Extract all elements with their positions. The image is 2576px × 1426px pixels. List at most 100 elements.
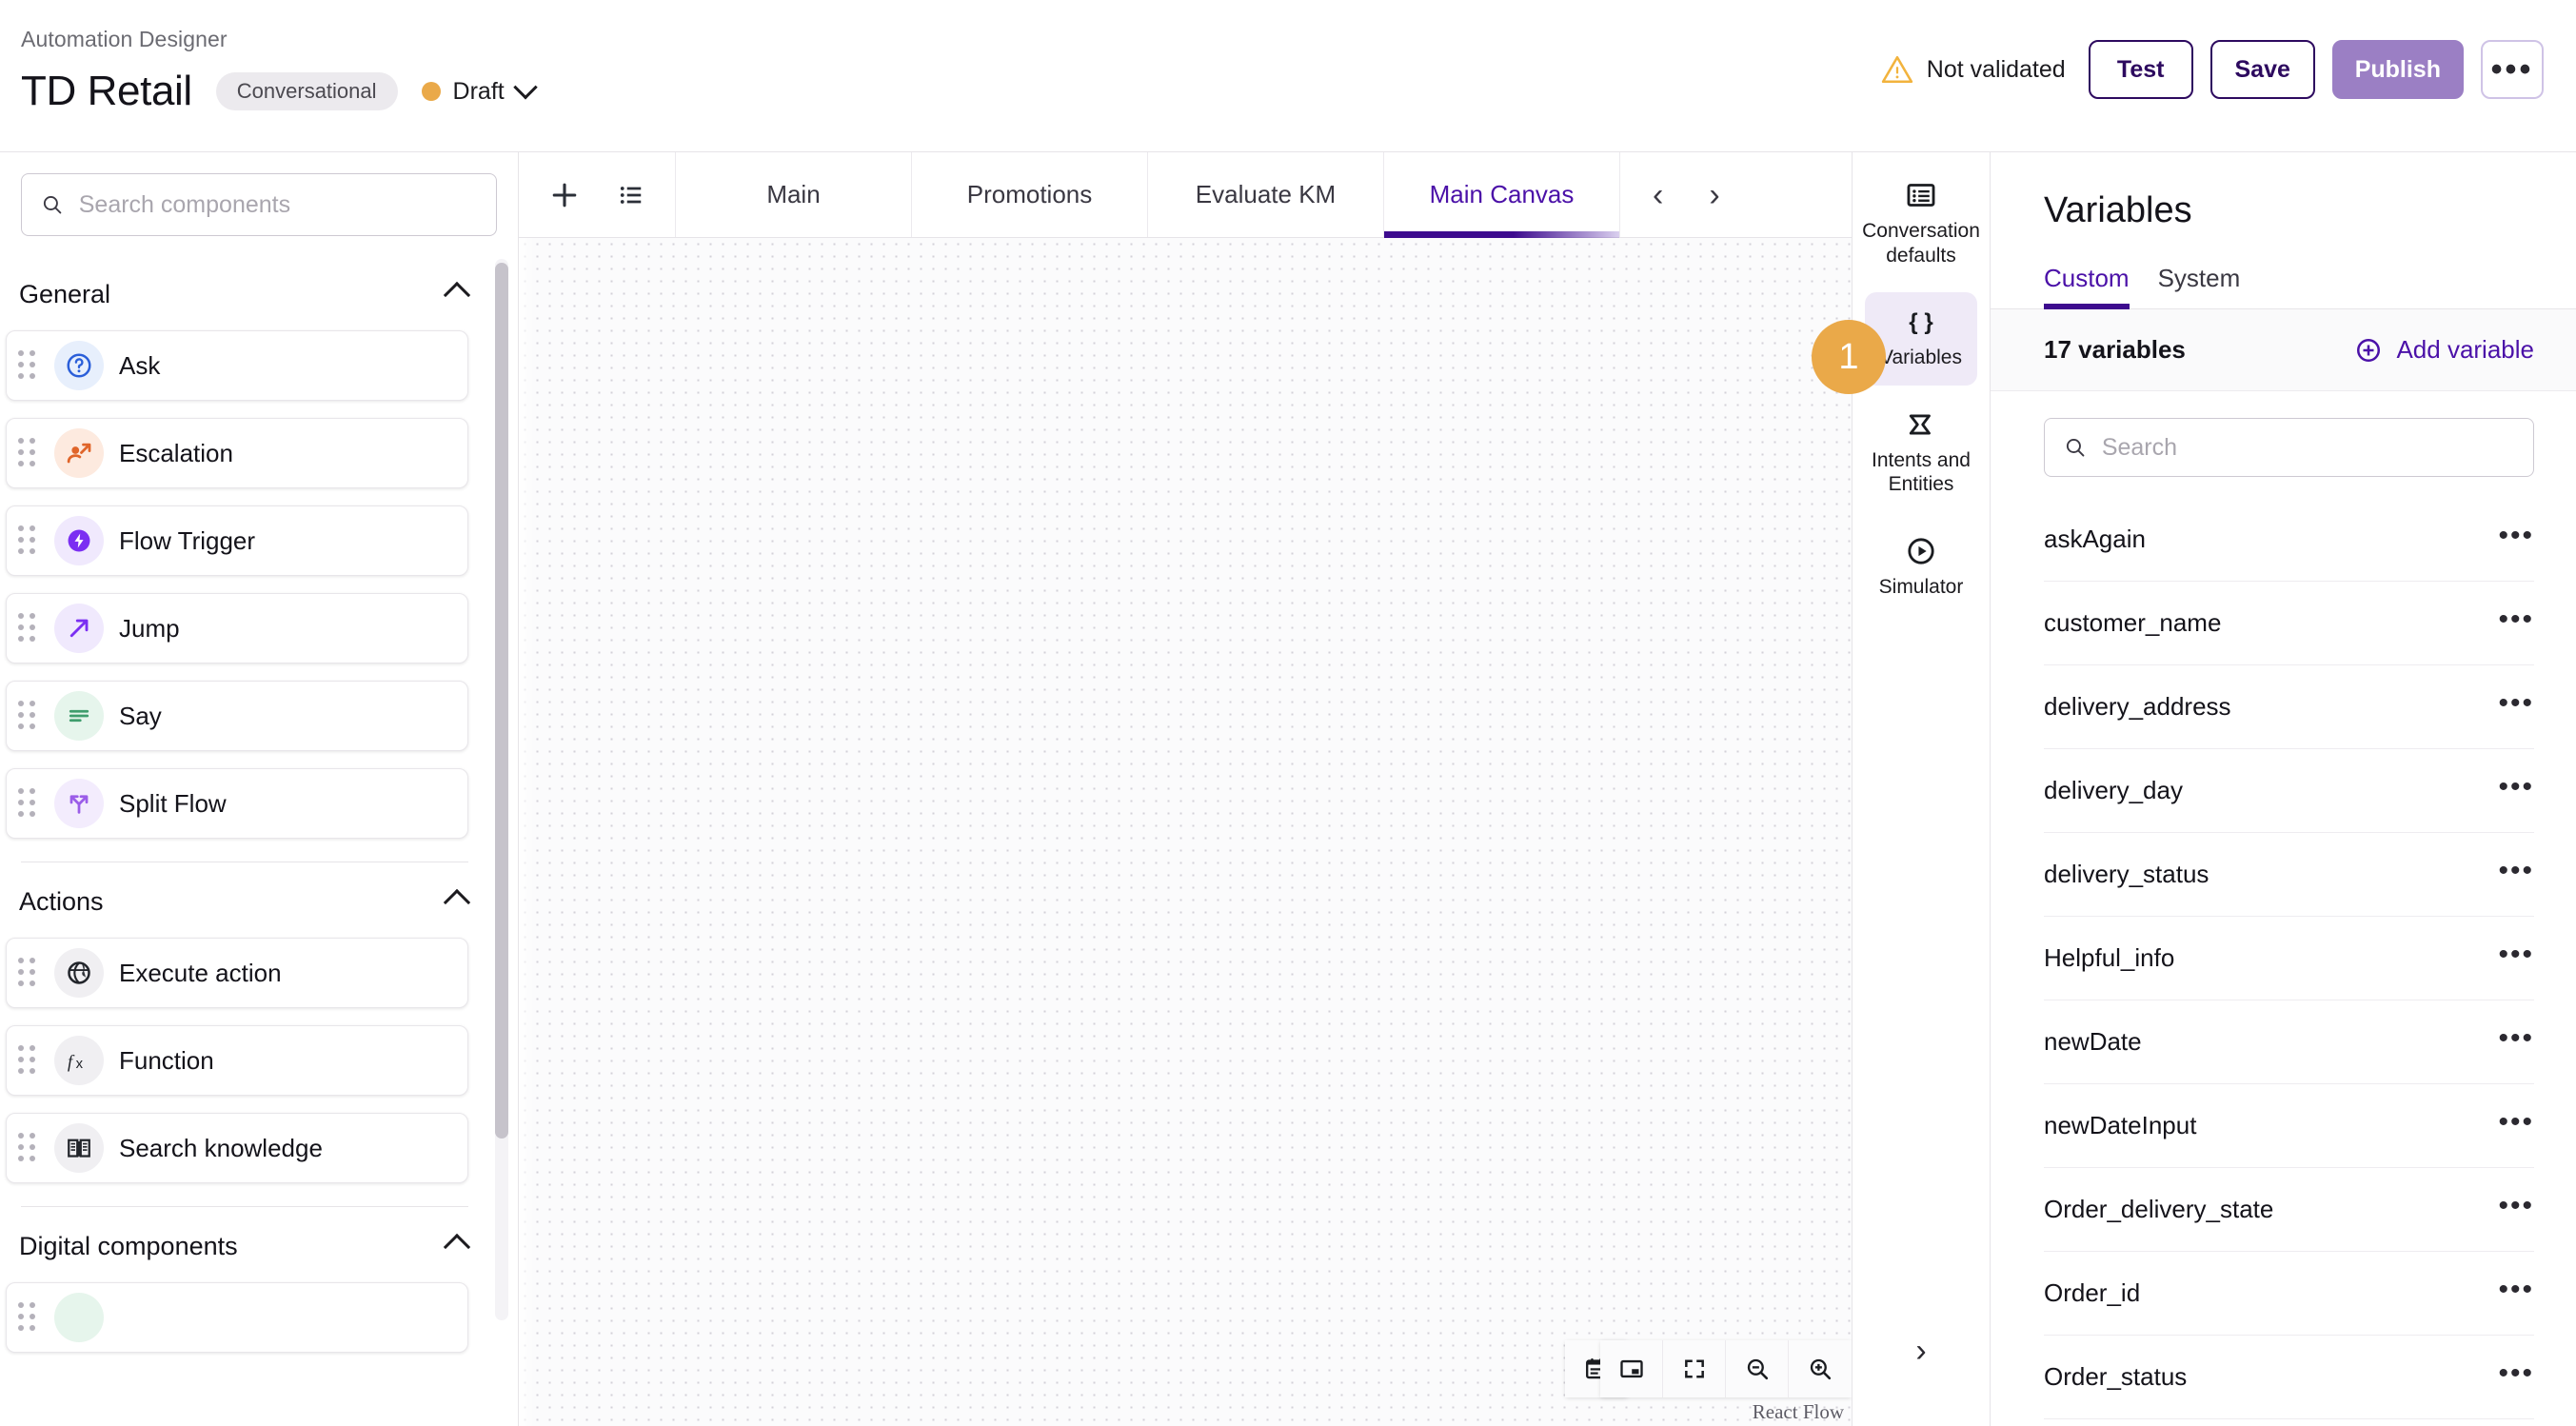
rail-item-intents-and-entities[interactable]: Intents and Entities <box>1865 395 1977 512</box>
search-components-input[interactable] <box>79 191 477 219</box>
variable-row[interactable]: Helpful_info ••• <box>2044 917 2534 1000</box>
variable-row[interactable]: askAgain ••• <box>2044 498 2534 582</box>
status-selector[interactable]: Draft <box>422 78 534 106</box>
canvas-tab-main-canvas[interactable]: Main Canvas <box>1384 152 1620 237</box>
zoom-in-icon[interactable] <box>1789 1340 1852 1397</box>
variable-more-icon[interactable]: ••• <box>2498 871 2534 879</box>
status-label: Draft <box>453 78 505 106</box>
variable-more-icon[interactable]: ••• <box>2498 703 2534 711</box>
variables-search-input[interactable] <box>2102 434 2514 462</box>
variables-panel-tabs: Custom System <box>1991 231 2576 309</box>
drag-handle-icon[interactable] <box>16 614 39 643</box>
validation-status: Not validated <box>1881 53 2066 86</box>
component-card-say[interactable]: Say <box>6 681 468 751</box>
save-button[interactable]: Save <box>2210 40 2315 99</box>
tab-list-icon[interactable] <box>612 176 650 214</box>
search-components-box[interactable] <box>21 173 497 236</box>
tab-system[interactable]: System <box>2158 264 2241 308</box>
variable-row[interactable]: newDateInput ••• <box>2044 1084 2534 1168</box>
section-title-digital-components: Digital components <box>19 1232 238 1261</box>
sidebar-scrollbar-thumb[interactable] <box>495 263 508 1139</box>
variable-more-icon[interactable]: ••• <box>2498 620 2534 627</box>
canvas-tab-promotions[interactable]: Promotions <box>912 152 1148 237</box>
zoom-out-icon[interactable] <box>1726 1340 1789 1397</box>
variable-name: customer_name <box>2044 608 2221 638</box>
drag-handle-icon[interactable] <box>16 959 39 987</box>
add-tab-icon[interactable] <box>545 176 584 214</box>
top-bar-left: Automation Designer TD Retail Conversati… <box>21 27 534 115</box>
drag-handle-icon[interactable] <box>16 351 39 380</box>
variable-more-icon[interactable]: ••• <box>2498 1290 2534 1297</box>
play-circle-icon <box>1905 535 1937 567</box>
list-panel-icon <box>1905 179 1937 211</box>
variable-row[interactable]: delivery_status ••• <box>2044 833 2534 917</box>
drag-handle-icon[interactable] <box>16 702 39 730</box>
variable-more-icon[interactable]: ••• <box>2498 955 2534 962</box>
main-body: General Ask <box>0 152 2576 1426</box>
variable-name: newDate <box>2044 1027 2142 1057</box>
component-card-execute-action[interactable]: Execute action <box>6 938 468 1008</box>
fit-view-icon[interactable] <box>1663 1340 1726 1397</box>
variable-name: Order_id <box>2044 1278 2140 1308</box>
more-options-button[interactable]: ••• <box>2481 40 2544 99</box>
component-label: Flow Trigger <box>119 526 255 556</box>
component-card-partial[interactable] <box>6 1282 468 1353</box>
variable-more-icon[interactable]: ••• <box>2498 787 2534 795</box>
minimap-icon[interactable] <box>1600 1340 1663 1397</box>
variable-row[interactable]: Order_status ••• <box>2044 1336 2534 1419</box>
chevron-right-icon[interactable]: › <box>1709 179 1719 211</box>
components-search-wrap <box>0 152 518 255</box>
drag-handle-icon[interactable] <box>16 526 39 555</box>
drag-handle-icon[interactable] <box>16 1134 39 1162</box>
section-header-actions[interactable]: Actions <box>4 862 497 938</box>
plus-circle-icon <box>2354 336 2383 365</box>
variables-search-box[interactable] <box>2044 418 2534 477</box>
canvas-tab-evaluate-km[interactable]: Evaluate KM <box>1148 152 1384 237</box>
drag-handle-icon[interactable] <box>16 1303 39 1332</box>
component-card-flow-trigger[interactable]: Flow Trigger <box>6 505 468 576</box>
component-label: Search knowledge <box>119 1134 323 1163</box>
search-icon <box>41 192 64 217</box>
variable-more-icon[interactable]: ••• <box>2498 1039 2534 1046</box>
variable-row[interactable]: Order_delivery_state ••• <box>2044 1168 2534 1252</box>
rail-item-simulator[interactable]: Simulator <box>1865 522 1977 615</box>
component-card-jump[interactable]: Jump <box>6 593 468 663</box>
component-card-search-knowledge[interactable]: Search knowledge <box>6 1113 468 1183</box>
breadcrumb: Automation Designer <box>21 27 534 52</box>
component-card-ask[interactable]: Ask <box>6 330 468 401</box>
component-card-escalation[interactable]: Escalation <box>6 418 468 488</box>
variable-more-icon[interactable]: ••• <box>2498 1122 2534 1130</box>
variable-more-icon[interactable]: ••• <box>2498 1206 2534 1214</box>
component-card-split-flow[interactable]: Split Flow <box>6 768 468 839</box>
variable-more-icon[interactable]: ••• <box>2498 1374 2534 1381</box>
chevron-left-icon[interactable]: ‹ <box>1653 179 1663 211</box>
component-label: Split Flow <box>119 789 227 819</box>
sigma-icon <box>1905 408 1937 441</box>
section-header-digital-components[interactable]: Digital components <box>4 1207 497 1282</box>
chevron-up-icon <box>444 281 470 307</box>
tab-custom[interactable]: Custom <box>2044 264 2130 308</box>
rail-item-conversation-defaults[interactable]: Conversation defaults <box>1865 166 1977 283</box>
drag-handle-icon[interactable] <box>16 439 39 467</box>
test-button[interactable]: Test <box>2089 40 2193 99</box>
expand-panel-chevron-right-icon[interactable]: › <box>1915 1335 1926 1367</box>
add-variable-button[interactable]: Add variable <box>2354 335 2534 365</box>
variable-row[interactable]: delivery_address ••• <box>2044 665 2534 749</box>
variable-row[interactable]: customer_name ••• <box>2044 582 2534 665</box>
variable-row[interactable]: newDate ••• <box>2044 1000 2534 1084</box>
sidebar-scrollbar-track[interactable] <box>495 259 508 1320</box>
variable-row[interactable]: Order_id ••• <box>2044 1252 2534 1336</box>
component-card-function[interactable]: f x Function <box>6 1025 468 1096</box>
canvas-tab-main[interactable]: Main <box>676 152 912 237</box>
variable-more-icon[interactable]: ••• <box>2498 536 2534 544</box>
drag-handle-icon[interactable] <box>16 789 39 818</box>
flow-canvas[interactable]: React Flow <box>519 238 1852 1426</box>
section-header-general[interactable]: General <box>4 255 497 330</box>
search-icon <box>2064 435 2087 460</box>
variable-row[interactable]: delivery_day ••• <box>2044 749 2534 833</box>
rail-label: Variables <box>1880 346 1962 370</box>
globe-icon <box>54 948 104 998</box>
component-label: Jump <box>119 614 180 644</box>
drag-handle-icon[interactable] <box>16 1046 39 1075</box>
publish-button[interactable]: Publish <box>2332 40 2464 99</box>
